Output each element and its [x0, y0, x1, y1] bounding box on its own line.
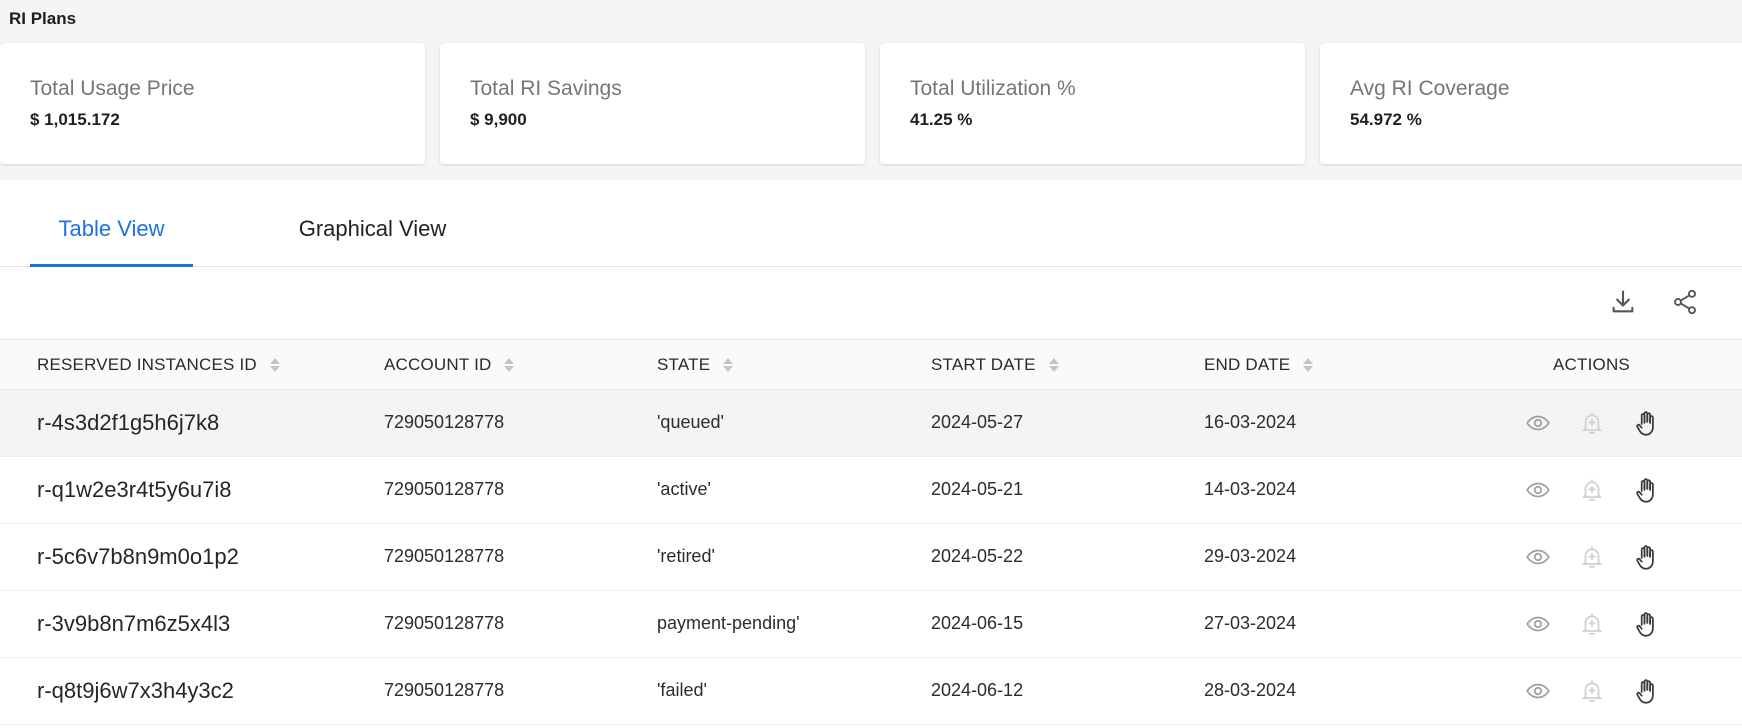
- hand-stop-icon[interactable]: [1633, 678, 1659, 704]
- add-alert-icon[interactable]: [1579, 611, 1605, 637]
- card-value: $ 1,015.172: [30, 110, 120, 129]
- hand-stop-icon[interactable]: [1633, 410, 1659, 436]
- account-id: 729050128778: [384, 546, 505, 566]
- reserved-instance-id: r-3v9b8n7m6z5x4l3: [37, 611, 231, 636]
- start-date: 2024-06-15: [931, 613, 1024, 633]
- end-date: 14-03-2024: [1204, 479, 1297, 499]
- table-row[interactable]: r-3v9b8n7m6z5x4l3 729050128778 payment-p…: [0, 591, 1742, 658]
- share-icon[interactable]: [1671, 288, 1699, 316]
- table-row[interactable]: r-q8t9j6w7x3h4y3c2 729050128778 'failed'…: [0, 658, 1742, 725]
- add-alert-icon[interactable]: [1579, 678, 1605, 704]
- account-id: 729050128778: [384, 479, 505, 499]
- card-value: 41.25 %: [910, 110, 973, 129]
- card-value: $ 9,900: [470, 110, 527, 129]
- ri-plans-table: RESERVED INSTANCES ID ACCOUNT ID STATE S…: [0, 339, 1742, 725]
- reserved-instance-id: r-5c6v7b8n9m0o1p2: [37, 544, 239, 569]
- card-label: Total Utilization %: [910, 77, 1076, 100]
- state: 'active': [657, 479, 711, 499]
- hand-stop-icon[interactable]: [1633, 611, 1659, 637]
- content-panel: Table View Graphical View RESERVED INSTA…: [0, 180, 1742, 728]
- state: 'retired': [657, 546, 715, 566]
- page-title: RI Plans: [9, 9, 77, 28]
- start-date: 2024-05-21: [931, 479, 1024, 499]
- account-id: 729050128778: [384, 613, 505, 633]
- add-alert-icon[interactable]: [1579, 477, 1605, 503]
- column-label: RESERVED INSTANCES ID: [37, 355, 257, 374]
- account-id: 729050128778: [384, 680, 505, 700]
- card-label: Total RI Savings: [470, 77, 622, 100]
- add-alert-icon[interactable]: [1579, 544, 1605, 570]
- sort-icon[interactable]: [1048, 358, 1059, 372]
- reserved-instance-id: r-q1w2e3r4t5y6u7i8: [37, 477, 232, 502]
- card-avg-ri-coverage: Avg RI Coverage 54.972 %: [1320, 43, 1742, 164]
- start-date: 2024-05-22: [931, 546, 1024, 566]
- hand-stop-icon[interactable]: [1633, 544, 1659, 570]
- download-icon[interactable]: [1609, 288, 1637, 316]
- card-total-utilization: Total Utilization % 41.25 %: [880, 43, 1305, 164]
- sort-icon[interactable]: [504, 358, 515, 372]
- add-alert-icon[interactable]: [1579, 410, 1605, 436]
- tab-table-view[interactable]: Table View: [30, 216, 193, 267]
- column-header-end-date[interactable]: END DATE: [1204, 355, 1314, 375]
- column-header-actions: ACTIONS: [1553, 355, 1630, 375]
- column-header-start-date[interactable]: START DATE: [931, 355, 1059, 375]
- table-header: RESERVED INSTANCES ID ACCOUNT ID STATE S…: [0, 339, 1742, 390]
- column-header-state[interactable]: STATE: [657, 355, 734, 375]
- end-date: 27-03-2024: [1204, 613, 1297, 633]
- summary-cards: Total Usage Price $ 1,015.172 Total RI S…: [0, 43, 1742, 165]
- reserved-instance-id: r-4s3d2f1g5h6j7k8: [37, 410, 220, 435]
- column-label: ACCOUNT ID: [384, 355, 492, 374]
- account-id: 729050128778: [384, 412, 505, 432]
- table-row[interactable]: r-q1w2e3r4t5y6u7i8 729050128778 'active'…: [0, 457, 1742, 524]
- card-label: Total Usage Price: [30, 77, 195, 100]
- column-label: STATE: [657, 355, 711, 374]
- end-date: 16-03-2024: [1204, 412, 1297, 432]
- card-total-ri-savings: Total RI Savings $ 9,900: [440, 43, 865, 164]
- state: payment-pending': [657, 613, 800, 633]
- sort-icon[interactable]: [1303, 358, 1314, 372]
- hand-stop-icon[interactable]: [1633, 477, 1659, 503]
- table-row[interactable]: r-5c6v7b8n9m0o1p2 729050128778 'retired'…: [0, 524, 1742, 591]
- table-body: r-4s3d2f1g5h6j7k8 729050128778 'queued' …: [0, 390, 1742, 725]
- column-label: ACTIONS: [1553, 355, 1630, 374]
- view-icon[interactable]: [1525, 410, 1551, 436]
- end-date: 29-03-2024: [1204, 546, 1297, 566]
- card-label: Avg RI Coverage: [1350, 77, 1510, 100]
- view-icon[interactable]: [1525, 678, 1551, 704]
- start-date: 2024-06-12: [931, 680, 1024, 700]
- view-icon[interactable]: [1525, 477, 1551, 503]
- state: 'failed': [657, 680, 707, 700]
- end-date: 28-03-2024: [1204, 680, 1297, 700]
- column-header-account-id[interactable]: ACCOUNT ID: [384, 355, 515, 375]
- table-row[interactable]: r-4s3d2f1g5h6j7k8 729050128778 'queued' …: [0, 390, 1742, 457]
- state: 'queued': [657, 412, 724, 432]
- card-total-usage-price: Total Usage Price $ 1,015.172: [0, 43, 425, 164]
- column-label: START DATE: [931, 355, 1036, 374]
- column-header-reserved-instances-id[interactable]: RESERVED INSTANCES ID: [37, 355, 280, 375]
- view-icon[interactable]: [1525, 611, 1551, 637]
- tab-graphical-view[interactable]: Graphical View: [285, 216, 460, 267]
- view-icon[interactable]: [1525, 544, 1551, 570]
- sort-icon[interactable]: [269, 358, 280, 372]
- view-tabs: Table View Graphical View: [0, 180, 1742, 267]
- sort-icon[interactable]: [723, 358, 734, 372]
- column-label: END DATE: [1204, 355, 1291, 374]
- start-date: 2024-05-27: [931, 412, 1024, 432]
- reserved-instance-id: r-q8t9j6w7x3h4y3c2: [37, 678, 234, 703]
- card-value: 54.972 %: [1350, 110, 1422, 129]
